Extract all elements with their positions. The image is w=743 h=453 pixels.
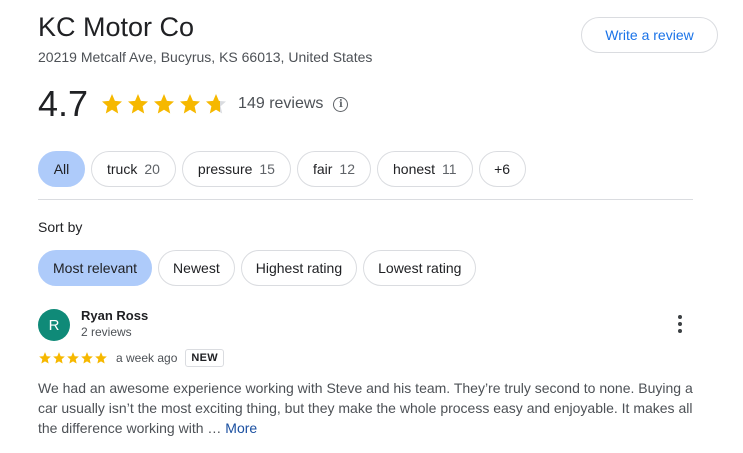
sort-label: Sort by xyxy=(38,219,83,235)
chip-all[interactable]: All xyxy=(38,151,85,187)
star-icon xyxy=(67,352,79,364)
chip-label: fair xyxy=(312,161,333,177)
chip-label: honest xyxy=(393,161,436,177)
chip-count: 15 xyxy=(259,161,275,177)
business-address: 20219 Metcalf Ave, Bucyrus, KS 66013, Un… xyxy=(38,49,373,65)
star-icon xyxy=(95,352,107,364)
write-review-button[interactable]: Write a review xyxy=(581,17,718,53)
new-badge: NEW xyxy=(185,349,224,367)
rating-summary: 4.7 149 reviews i xyxy=(38,83,349,124)
review-rating-row: a week ago NEW xyxy=(38,348,224,368)
chip-count: 12 xyxy=(339,161,355,177)
star-icon xyxy=(154,94,175,114)
avatar[interactable]: R xyxy=(38,309,70,341)
sort-newest[interactable]: Newest xyxy=(158,250,235,286)
chip-label: All xyxy=(53,161,70,177)
sort-most-relevant[interactable]: Most relevant xyxy=(38,250,153,286)
chip-count: 20 xyxy=(144,161,160,177)
rating-number: 4.7 xyxy=(38,83,89,124)
star-icon xyxy=(53,352,65,364)
review-time: a week ago xyxy=(116,351,178,365)
star-icon xyxy=(39,352,51,364)
more-options-icon[interactable] xyxy=(670,313,690,335)
chip-truck[interactable]: truck 20 xyxy=(91,151,176,187)
star-icon xyxy=(180,94,201,114)
more-link[interactable]: More xyxy=(225,420,257,436)
chip-more[interactable]: +6 xyxy=(478,151,526,187)
divider xyxy=(38,199,693,200)
rating-stars xyxy=(100,92,228,116)
dot xyxy=(678,322,682,326)
star-icon xyxy=(206,94,227,114)
star-icon xyxy=(81,352,93,364)
sort-chips: Most relevant Newest Highest rating Lowe… xyxy=(38,250,477,286)
star-icon xyxy=(102,94,123,114)
info-icon[interactable]: i xyxy=(333,96,349,112)
review-stars xyxy=(38,351,108,365)
chip-count: 11 xyxy=(442,161,457,177)
chip-honest[interactable]: honest 11 xyxy=(377,151,473,187)
sort-lowest-rating[interactable]: Lowest rating xyxy=(363,250,477,286)
chip-pressure[interactable]: pressure 15 xyxy=(181,151,291,187)
star-icon xyxy=(128,94,149,114)
chip-label: pressure xyxy=(197,161,253,177)
reviewer-meta: 2 reviews xyxy=(81,325,132,339)
sort-highest-rating[interactable]: Highest rating xyxy=(240,250,358,286)
reviewer-name[interactable]: Ryan Ross xyxy=(81,308,148,323)
business-title: KC Motor Co xyxy=(38,12,195,42)
chip-fair[interactable]: fair 12 xyxy=(296,151,371,187)
chip-label: truck xyxy=(107,161,138,177)
dot xyxy=(678,329,682,333)
review-text: We had an awesome experience working wit… xyxy=(38,378,698,438)
dot xyxy=(678,315,682,319)
reviews-count[interactable]: 149 reviews xyxy=(238,95,323,113)
topic-chips: All truck 20 pressure 15 fair 12 honest … xyxy=(38,151,526,187)
review-body: We had an awesome experience working wit… xyxy=(38,380,693,436)
